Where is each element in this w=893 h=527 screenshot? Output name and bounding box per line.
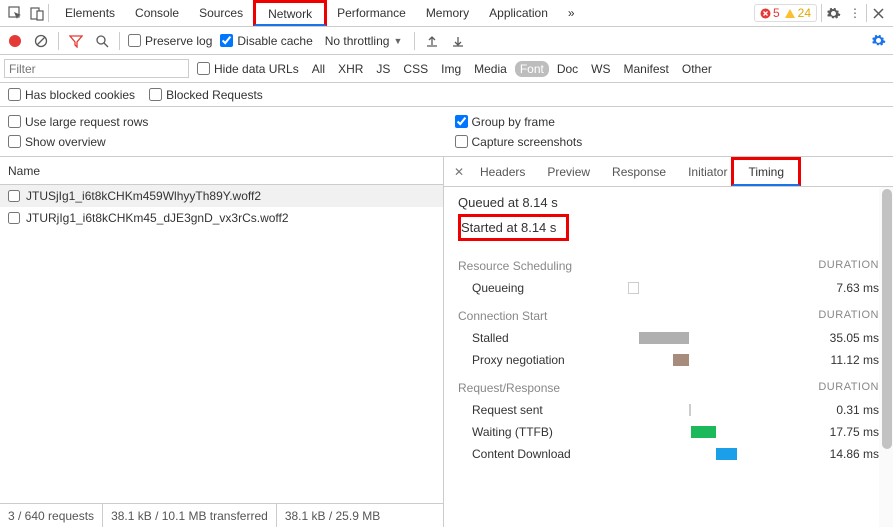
capture-ss-checkbox[interactable]: Capture screenshots (455, 135, 886, 149)
download-value: 14.86 ms (809, 447, 879, 461)
pill-doc[interactable]: Doc (552, 61, 583, 77)
preserve-log-checkbox[interactable]: Preserve log (128, 34, 212, 48)
queueing-bar (628, 282, 639, 294)
close-icon[interactable] (867, 8, 889, 19)
tab-response[interactable]: Response (602, 157, 676, 186)
large-rows-label: Use large request rows (25, 115, 148, 129)
pill-css[interactable]: CSS (398, 61, 433, 77)
tab-headers[interactable]: Headers (470, 157, 535, 186)
sent-label: Request sent (458, 403, 628, 417)
table-row[interactable]: JTUSjIg1_i6t8kCHKm459WlhyyTh89Y.woff2 (0, 185, 443, 207)
duration-header: DURATION (818, 381, 879, 395)
settings-gear-icon[interactable] (869, 32, 887, 50)
waiting-bar (691, 426, 716, 438)
name-column-header[interactable]: Name (0, 157, 443, 185)
pill-js[interactable]: JS (371, 61, 395, 77)
connection-label: Connection Start (458, 309, 547, 323)
stalled-value: 35.05 ms (809, 331, 879, 345)
tab-network[interactable]: Network (253, 0, 327, 26)
record-icon[interactable] (6, 32, 24, 50)
proxy-bar (673, 354, 689, 366)
hide-data-urls-checkbox[interactable]: Hide data URLs (197, 62, 299, 76)
throttling-select[interactable]: No throttling▼ (321, 32, 407, 50)
blocked-requests-label: Blocked Requests (166, 88, 263, 102)
close-panel-icon[interactable]: ✕ (450, 165, 468, 179)
duration-header: DURATION (818, 309, 879, 323)
request-name: JTURjIg1_i6t8kCHKm45_dJE3gnD_vx3rCs.woff… (26, 211, 289, 225)
tab-memory[interactable]: Memory (416, 0, 479, 26)
kebab-icon[interactable]: ⋮ (844, 6, 866, 20)
download-bar (716, 448, 737, 460)
disable-cache-label: Disable cache (237, 34, 312, 48)
download-label: Content Download (458, 447, 628, 461)
table-row[interactable]: JTURjIg1_i6t8kCHKm45_dJE3gnD_vx3rCs.woff… (0, 207, 443, 229)
scheduling-label: Resource Scheduling (458, 259, 572, 273)
warn-count: 24 (798, 6, 811, 20)
download-icon[interactable] (449, 32, 467, 50)
requests-count: 3 / 640 requests (0, 504, 103, 527)
blocked-cookies-checkbox[interactable]: Has blocked cookies (8, 88, 135, 102)
device-icon[interactable] (26, 2, 48, 24)
pill-font[interactable]: Font (515, 61, 549, 77)
show-overview-checkbox[interactable]: Show overview (8, 135, 439, 149)
group-frame-label: Group by frame (472, 115, 555, 129)
status-bar: 3 / 640 requests 38.1 kB / 10.1 MB trans… (0, 503, 443, 527)
request-name: JTUSjIg1_i6t8kCHKm459WlhyyTh89Y.woff2 (26, 189, 261, 203)
pill-xhr[interactable]: XHR (333, 61, 368, 77)
tab-timing[interactable]: Timing (731, 157, 801, 186)
pill-manifest[interactable]: Manifest (619, 61, 674, 77)
waiting-label: Waiting (TTFB) (458, 425, 628, 439)
sent-value: 0.31 ms (809, 403, 879, 417)
search-icon[interactable] (93, 32, 111, 50)
scrollbar-thumb[interactable] (882, 189, 892, 449)
clear-icon[interactable] (32, 32, 50, 50)
reqres-label: Request/Response (458, 381, 560, 395)
tab-elements[interactable]: Elements (55, 0, 125, 26)
blocked-requests-checkbox[interactable]: Blocked Requests (149, 88, 263, 102)
sent-bar (689, 404, 691, 416)
resources-size: 38.1 kB / 25.9 MB (277, 504, 388, 527)
pill-ws[interactable]: WS (586, 61, 615, 77)
transferred-size: 38.1 kB / 10.1 MB transferred (103, 504, 277, 527)
tab-initiator[interactable]: Initiator (678, 157, 729, 186)
tab-application[interactable]: Application (479, 0, 558, 26)
queueing-value: 7.63 ms (809, 281, 879, 295)
started-at: Started at 8.14 s (458, 214, 569, 241)
tab-performance[interactable]: Performance (327, 0, 416, 26)
queued-at: Queued at 8.14 s (458, 195, 879, 210)
gear-icon[interactable] (822, 6, 844, 21)
tab-console[interactable]: Console (125, 0, 189, 26)
group-frame-checkbox[interactable]: Group by frame (455, 115, 886, 129)
pill-img[interactable]: Img (436, 61, 466, 77)
duration-header: DURATION (818, 259, 879, 273)
tab-preview[interactable]: Preview (537, 157, 600, 186)
preserve-log-label: Preserve log (145, 34, 212, 48)
hide-urls-label: Hide data URLs (214, 62, 299, 76)
throttling-label: No throttling (325, 34, 390, 48)
pill-all[interactable]: All (307, 61, 330, 77)
tab-overflow[interactable]: » (558, 0, 585, 26)
issue-badges[interactable]: 5 24 (754, 4, 817, 22)
show-overview-label: Show overview (25, 135, 106, 149)
scrollbar[interactable] (879, 187, 893, 527)
tab-sources[interactable]: Sources (189, 0, 253, 26)
queueing-label: Queueing (458, 281, 628, 295)
filter-input[interactable] (4, 59, 189, 78)
upload-icon[interactable] (423, 32, 441, 50)
stalled-bar (639, 332, 689, 344)
disable-cache-checkbox[interactable]: Disable cache (220, 34, 312, 48)
error-count: 5 (773, 6, 780, 20)
filter-icon[interactable] (67, 32, 85, 50)
stalled-label: Stalled (458, 331, 628, 345)
blocked-cookies-label: Has blocked cookies (25, 88, 135, 102)
pill-other[interactable]: Other (677, 61, 717, 77)
pill-media[interactable]: Media (469, 61, 512, 77)
proxy-label: Proxy negotiation (458, 353, 628, 367)
large-rows-checkbox[interactable]: Use large request rows (8, 115, 439, 129)
inspect-icon[interactable] (4, 2, 26, 24)
proxy-value: 11.12 ms (809, 353, 879, 367)
waiting-value: 17.75 ms (809, 425, 879, 439)
capture-ss-label: Capture screenshots (472, 135, 583, 149)
